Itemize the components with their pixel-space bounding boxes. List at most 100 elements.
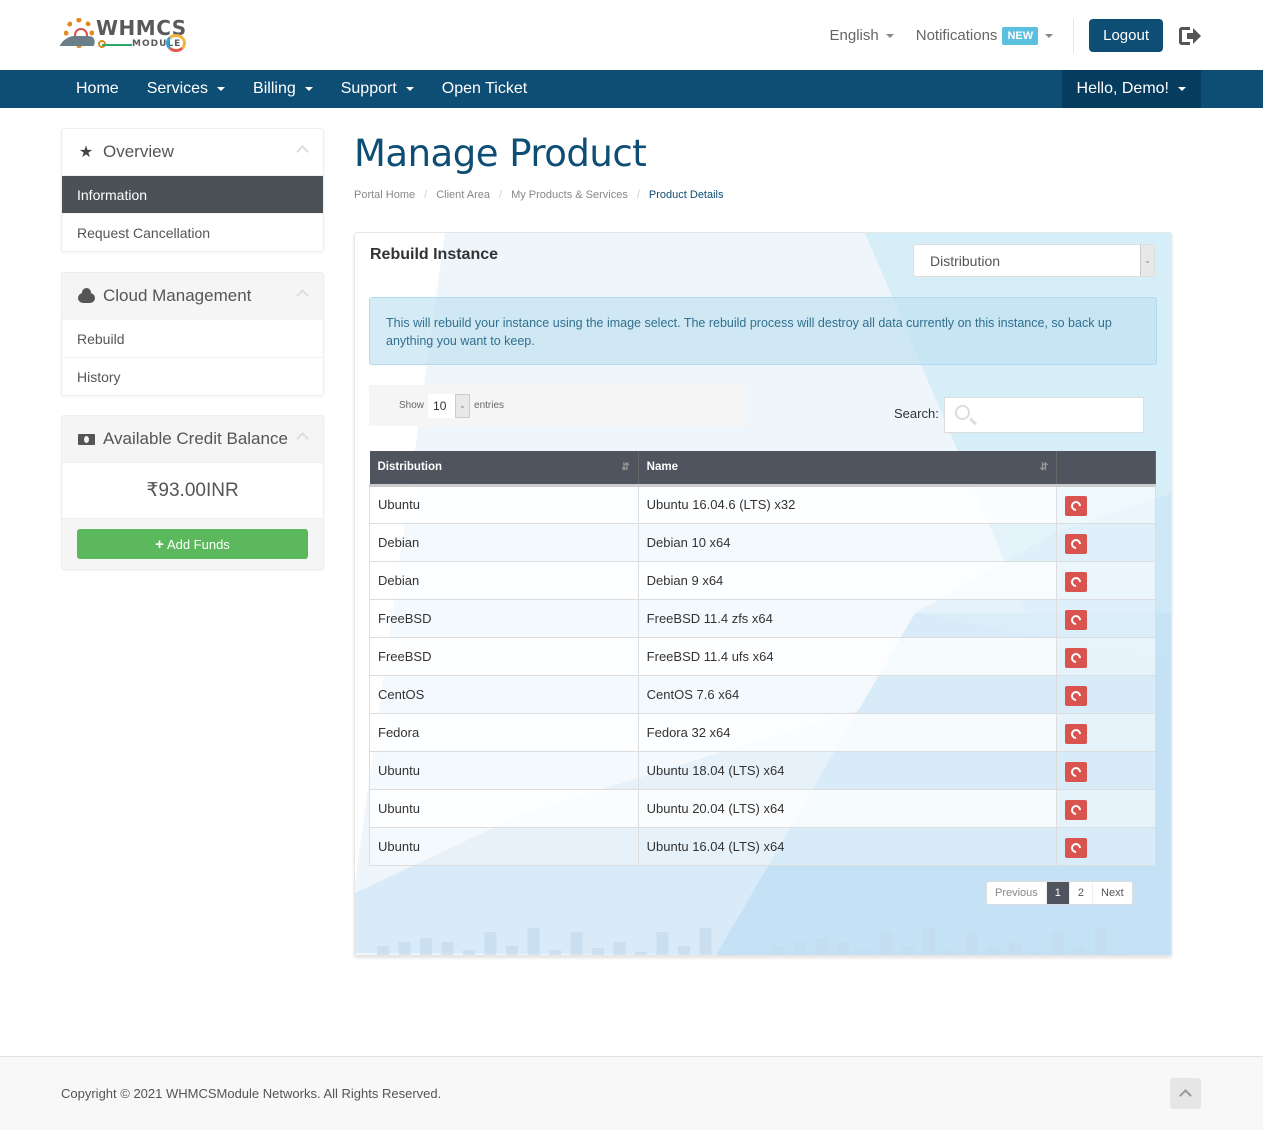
top-header: WHMCS MODULE English Notifications NEW L… [0, 0, 1263, 70]
cell-name: CentOS 7.6 x64 [638, 675, 1058, 714]
pagination-previous[interactable]: Previous [987, 882, 1047, 904]
cloud-management-panel: Cloud Management Rebuild History [61, 272, 324, 396]
pagination-page-2[interactable]: 2 [1070, 882, 1094, 904]
column-name[interactable]: Name ⇵ [638, 451, 1058, 487]
table-row: Debian Debian 9 x64 [369, 561, 1156, 600]
rebuild-button[interactable] [1065, 647, 1088, 668]
column-distribution[interactable]: Distribution ⇵ [369, 451, 639, 487]
nav-support[interactable]: Support [327, 70, 428, 108]
breadcrumb-portal-home[interactable]: Portal Home [354, 189, 415, 201]
refresh-icon [1069, 726, 1084, 741]
panel-title: Available Credit Balance [103, 429, 288, 448]
add-funds-button[interactable]: + Add Funds [77, 529, 308, 559]
entries-per-page-select[interactable]: 10 ⌄ [428, 393, 471, 418]
sign-out-icon[interactable] [1179, 26, 1201, 45]
rebuild-button[interactable] [1065, 723, 1088, 744]
overview-panel-header[interactable]: ★ Overview [62, 129, 323, 175]
notifications-label: Notifications [915, 27, 998, 44]
table-row: Ubuntu Ubuntu 16.04 (LTS) x64 [369, 827, 1156, 866]
cloud-icon [77, 288, 95, 303]
rebuild-button[interactable] [1065, 837, 1088, 858]
cell-distribution: Ubuntu [369, 827, 639, 866]
sidebar-item-rebuild[interactable]: Rebuild [62, 319, 323, 357]
refresh-icon [1069, 802, 1084, 817]
refresh-icon [1069, 536, 1084, 551]
overview-panel: ★ Overview Information Request Cancellat… [61, 128, 324, 252]
entries-value: 10 [433, 398, 447, 413]
credit-balance-value: ₹93.00INR [62, 462, 323, 518]
breadcrumb-client-area[interactable]: Client Area [436, 189, 490, 201]
chevron-up-icon[interactable] [296, 289, 309, 302]
refresh-icon [1069, 688, 1084, 703]
back-to-top-button[interactable] [1170, 1078, 1201, 1109]
user-menu-dropdown[interactable]: Hello, Demo! [1061, 70, 1201, 108]
cell-name: Debian 9 x64 [638, 561, 1058, 600]
column-label: Distribution [377, 461, 443, 474]
logo[interactable]: WHMCS MODULE [59, 14, 188, 56]
credit-panel-header[interactable]: Available Credit Balance [62, 416, 323, 462]
rebuild-button[interactable] [1065, 571, 1088, 592]
entries-length-control: Show 10 ⌄ entries [369, 385, 748, 426]
nav-services[interactable]: Services [133, 70, 239, 108]
chevron-up-icon[interactable] [296, 145, 309, 158]
refresh-icon [1069, 574, 1084, 589]
logo-line [102, 44, 132, 46]
nav-billing[interactable]: Billing [239, 70, 327, 108]
distribution-filter-select[interactable]: Distribution ⌄ [913, 244, 1155, 277]
caret-down-icon [304, 87, 313, 91]
language-dropdown[interactable]: English [830, 27, 894, 44]
cell-name: Debian 10 x64 [638, 523, 1058, 562]
cell-action [1056, 599, 1156, 638]
refresh-icon [1069, 498, 1084, 514]
nav-open-ticket[interactable]: Open Ticket [428, 70, 541, 108]
caret-down-icon [1178, 87, 1186, 91]
panel-title: Cloud Management [103, 286, 252, 305]
sidebar-item-request-cancellation[interactable]: Request Cancellation [62, 213, 323, 251]
info-alert: This will rebuild your instance using th… [369, 297, 1157, 365]
cell-name: Ubuntu 16.04 (LTS) x64 [638, 827, 1058, 866]
rebuild-button[interactable] [1065, 685, 1088, 706]
rebuild-button[interactable] [1065, 609, 1088, 630]
rebuild-button[interactable] [1065, 799, 1088, 820]
table-row: Ubuntu Ubuntu 16.04.6 (LTS) x32 [369, 485, 1156, 524]
sidebar-item-information[interactable]: Information [62, 175, 323, 213]
breadcrumb-divider: / [636, 189, 640, 201]
cell-distribution: Debian [369, 561, 639, 600]
cell-name: Fedora 32 x64 [638, 713, 1058, 752]
notifications-dropdown[interactable]: Notifications NEW [915, 26, 1054, 45]
card-title: Rebuild Instance [370, 246, 499, 263]
plus-icon: + [155, 535, 164, 553]
money-icon [77, 433, 95, 445]
search-input[interactable] [944, 397, 1144, 433]
copyright-text: Copyright © 2021 WHMCSModule Networks. A… [61, 1086, 442, 1101]
cloud-panel-header[interactable]: Cloud Management [62, 273, 323, 319]
cell-name: FreeBSD 11.4 zfs x64 [638, 599, 1058, 638]
refresh-icon [1069, 612, 1084, 627]
credit-balance-panel: Available Credit Balance ₹93.00INR + Add… [61, 415, 324, 570]
table-row: Debian Debian 10 x64 [369, 523, 1156, 562]
card-content: Rebuild Instance Distribution ⌄ This wil… [355, 233, 1171, 955]
cell-action [1056, 523, 1156, 562]
table-row: Fedora Fedora 32 x64 [369, 713, 1156, 752]
footer: Copyright © 2021 WHMCSModule Networks. A… [0, 1056, 1263, 1130]
breadcrumb-my-products[interactable]: My Products & Services [511, 189, 628, 201]
rebuild-instance-card: Rebuild Instance Distribution ⌄ This wil… [354, 232, 1172, 956]
chevron-up-icon[interactable] [296, 432, 309, 445]
table-row: CentOS CentOS 7.6 x64 [369, 675, 1156, 714]
pagination-page-1[interactable]: 1 [1046, 882, 1070, 904]
sidebar-item-history[interactable]: History [62, 357, 323, 395]
nav-home[interactable]: Home [62, 70, 133, 108]
logout-button[interactable]: Logout [1089, 19, 1163, 52]
top-right-menu: English Notifications NEW Logout [830, 18, 1201, 53]
panel-title: Overview [103, 142, 174, 161]
rebuild-button[interactable] [1065, 533, 1088, 554]
caret-down-icon [405, 87, 414, 91]
rebuild-button[interactable] [1065, 496, 1088, 516]
breadcrumb-product-details: Product Details [648, 189, 724, 201]
nav-label: Home [76, 80, 119, 97]
rebuild-button[interactable] [1065, 761, 1088, 782]
table-row: Ubuntu Ubuntu 18.04 (LTS) x64 [369, 751, 1156, 790]
cell-action [1056, 637, 1156, 676]
pagination-next[interactable]: Next [1093, 882, 1132, 904]
cell-name: FreeBSD 11.4 ufs x64 [638, 637, 1058, 676]
